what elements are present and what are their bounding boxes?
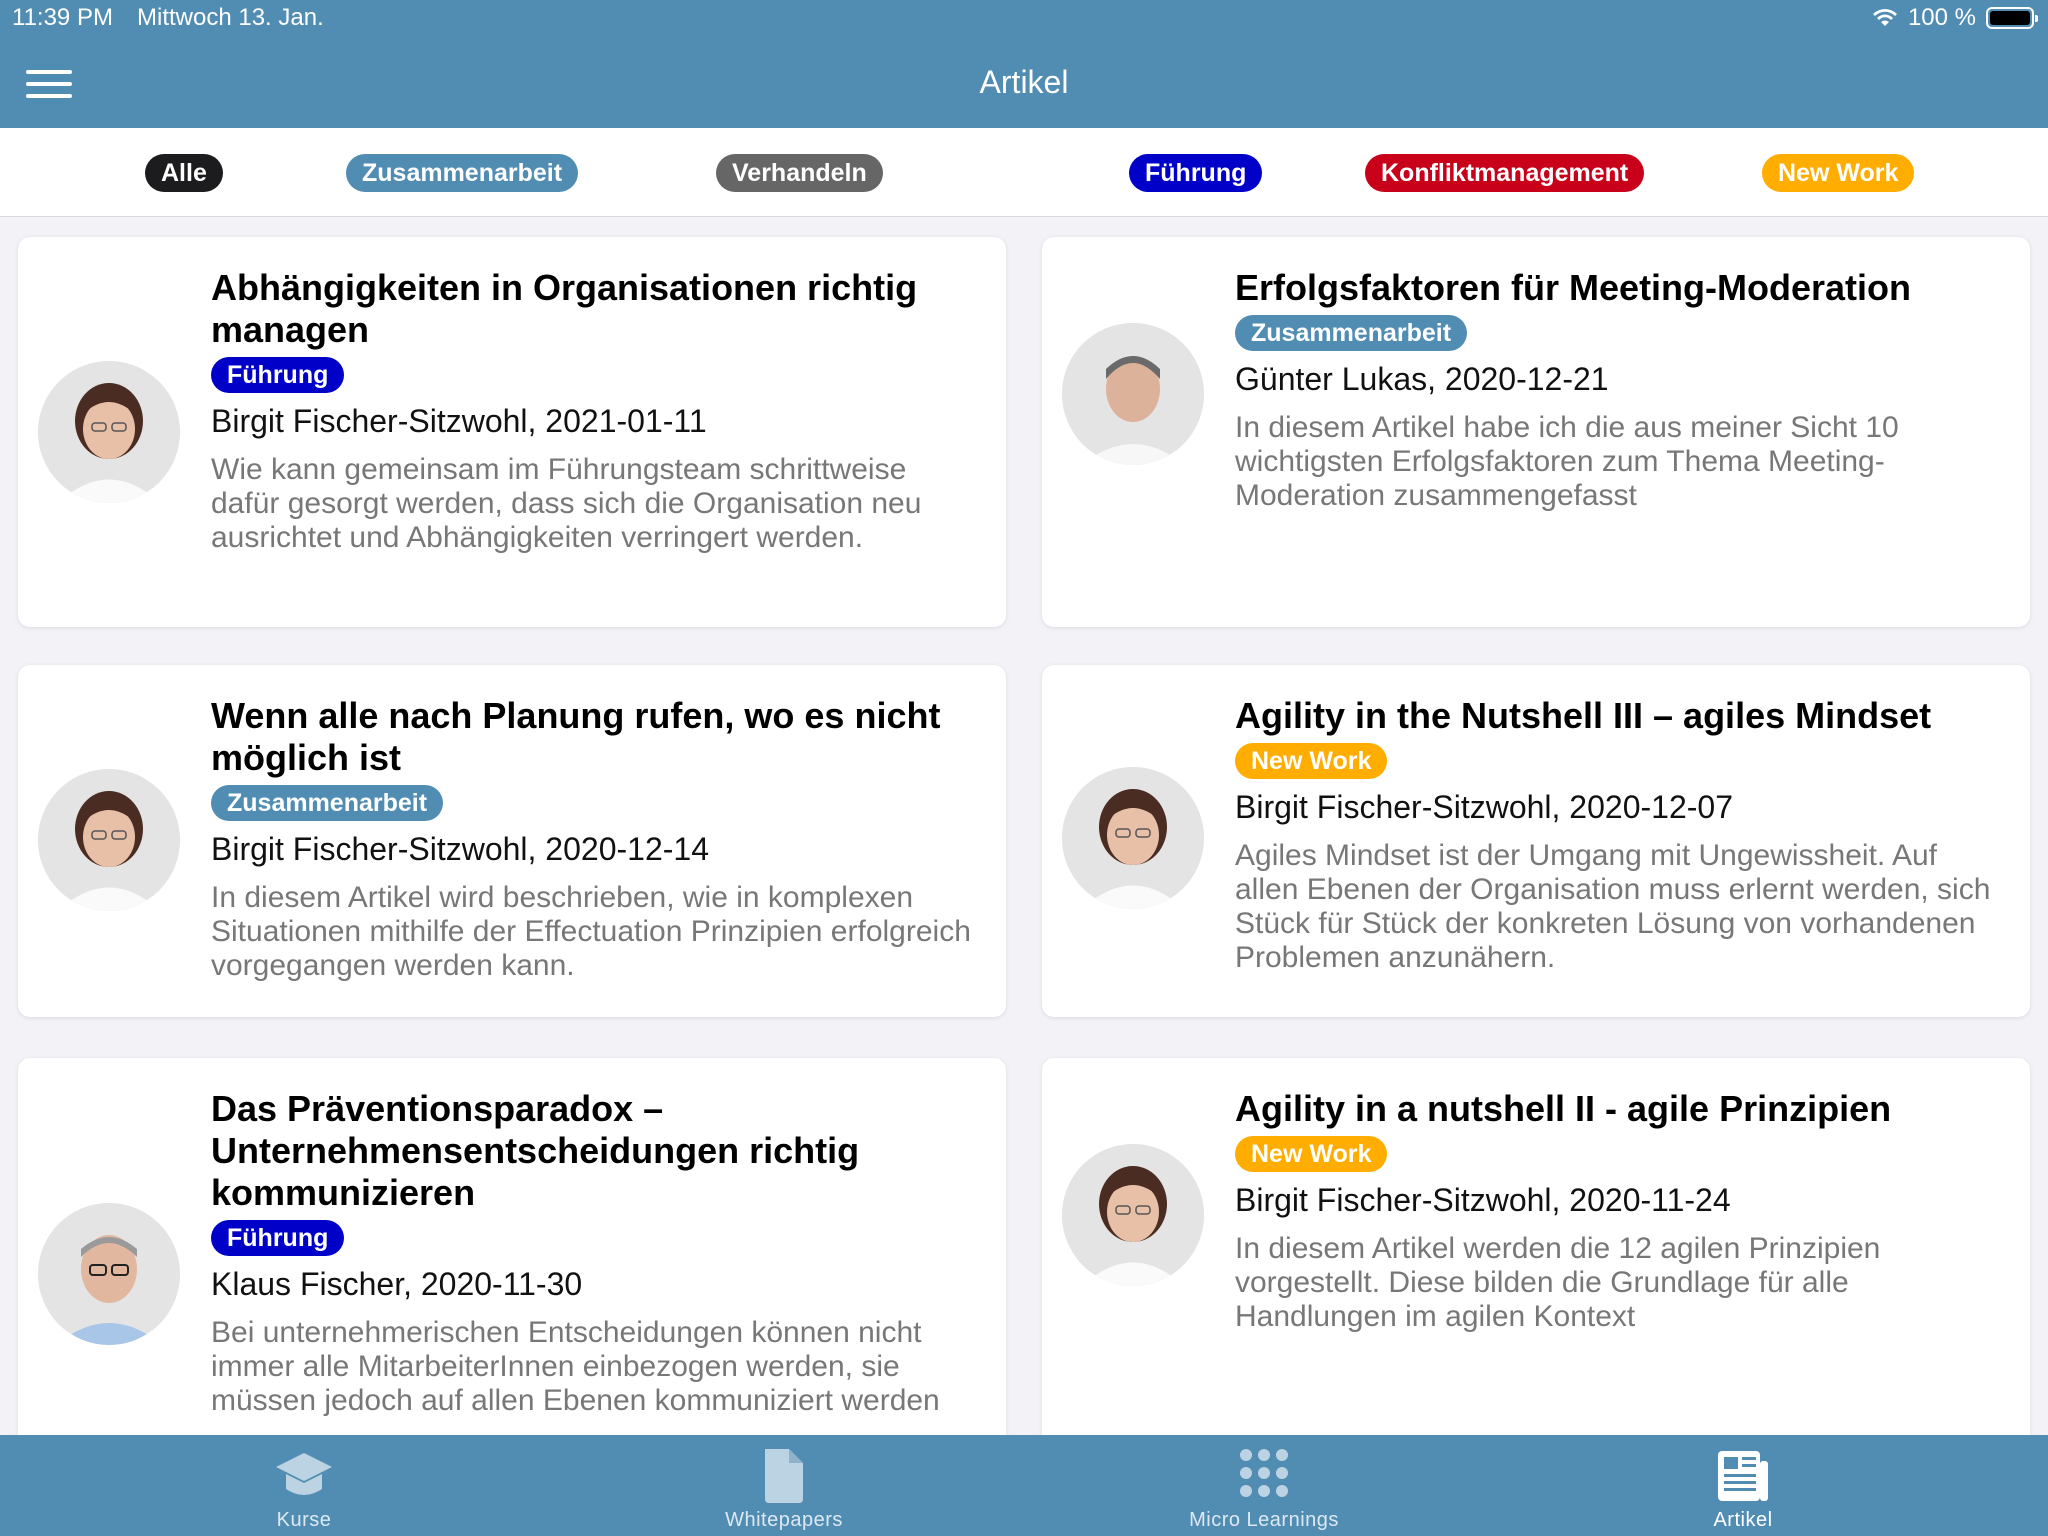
tab-whitepapers[interactable]: Whitepapers [528,1435,1040,1536]
status-time: 11:39 PM [12,4,113,31]
battery-icon [1986,7,2038,29]
article-card[interactable]: Wenn alle nach Planung rufen, wo es nich… [18,665,1006,1017]
author-avatar [38,361,180,503]
article-card[interactable]: Agility in a nutshell II - agile Prinzip… [1042,1058,2030,1435]
article-description: Agiles Mindset ist der Umgang mit Ungewi… [1235,839,1991,974]
article-tag: New Work [1235,1136,1388,1172]
page-title: Artikel [979,64,1069,100]
article-title: Wenn alle nach Planung rufen, wo es nich… [211,695,941,778]
tab-kurse[interactable]: Kurse [48,1435,560,1536]
wifi-icon [1872,9,1897,26]
article-title: Agility in the Nutshell III – agiles Min… [1235,695,1932,736]
article-tag: Zusammenarbeit [1235,315,1468,351]
newspaper-icon [1718,1451,1768,1501]
filter-chip-verhandeln[interactable]: Verhandeln [716,154,883,192]
article-meta: Birgit Fischer-Sitzwohl, 2020-12-14 [211,831,709,867]
article-meta: Birgit Fischer-Sitzwohl, 2020-11-24 [1235,1182,1731,1218]
status-date: Mittwoch 13. Jan. [137,4,324,31]
article-card[interactable]: Abhängigkeiten in Organisationen richtig… [18,237,1006,627]
battery-percent: 100 % [1907,4,1976,31]
article-title: Das Präventionsparadox – Unternehmensent… [211,1088,860,1213]
article-tag: Führung [211,357,345,393]
tab-label: Micro Learnings [1189,1509,1339,1531]
filter-chip-new-work[interactable]: New Work [1762,154,1915,192]
author-avatar [38,769,180,911]
article-meta: Birgit Fischer-Sitzwohl, 2020-12-07 [1235,789,1733,825]
article-card[interactable]: Das Präventionsparadox – Unternehmensent… [18,1058,1006,1435]
article-meta: Günter Lukas, 2020-12-21 [1235,361,1609,397]
author-avatar [1062,1144,1204,1286]
article-meta: Birgit Fischer-Sitzwohl, 2021-01-11 [211,403,707,439]
author-avatar [1062,323,1204,465]
tab-label: Kurse [276,1509,332,1531]
filter-chip-alle[interactable]: Alle [145,154,223,192]
article-title: Erfolgsfaktoren für Meeting-Moderation [1235,267,1912,308]
article-list: Abhängigkeiten in Organisationen richtig… [0,216,2048,1435]
tab-micro-learnings[interactable]: Micro Learnings [1008,1435,1520,1536]
filter-chip-konfliktmanagement[interactable]: Konfliktmanagement [1365,154,1645,192]
article-card[interactable]: Erfolgsfaktoren für Meeting-Moderation Z… [1042,237,2030,627]
tab-label: Whitepapers [725,1509,843,1531]
status-indicators: 100 % [1872,4,2038,32]
graduation-cap-icon [276,1453,332,1495]
article-tag: New Work [1235,743,1388,779]
article-tag: Zusammenarbeit [211,785,444,821]
article-meta: Klaus Fischer, 2020-11-30 [211,1266,583,1302]
article-description: Wie kann gemeinsam im Führungsteam schri… [211,453,922,554]
article-tag: Führung [211,1220,345,1256]
tab-bar: Kurse Whitepapers Micro Learnings Artike… [0,1435,2048,1536]
article-description: Bei unternehmerischen Entscheidungen kön… [211,1316,940,1417]
article-title: Abhängigkeiten in Organisationen richtig… [211,267,918,350]
category-filter-bar: Alle Zusammenarbeit Verhandeln Führung K… [0,128,2048,217]
article-description: In diesem Artikel habe ich die aus meine… [1235,411,1899,512]
article-description: In diesem Artikel wird beschrieben, wie … [211,881,971,982]
article-card[interactable]: Agility in the Nutshell III – agiles Min… [1042,665,2030,1017]
tab-artikel[interactable]: Artikel [1487,1435,1999,1536]
filter-chip-fuehrung[interactable]: Führung [1129,154,1263,192]
article-description: In diesem Artikel werden die 12 agilen P… [1235,1232,1881,1333]
author-avatar [38,1203,180,1345]
article-title: Agility in a nutshell II - agile Prinzip… [1235,1088,1892,1129]
author-avatar [1062,767,1204,909]
app-header: 11:39 PM Mittwoch 13. Jan. 100 % Artikel [0,0,2048,128]
document-icon [765,1449,803,1503]
filter-chip-zusammenarbeit[interactable]: Zusammenarbeit [346,154,579,192]
tab-label: Artikel [1713,1509,1773,1531]
dots-grid-icon [1240,1449,1288,1497]
status-bar: 11:39 PM Mittwoch 13. Jan. 100 % [0,0,2048,40]
